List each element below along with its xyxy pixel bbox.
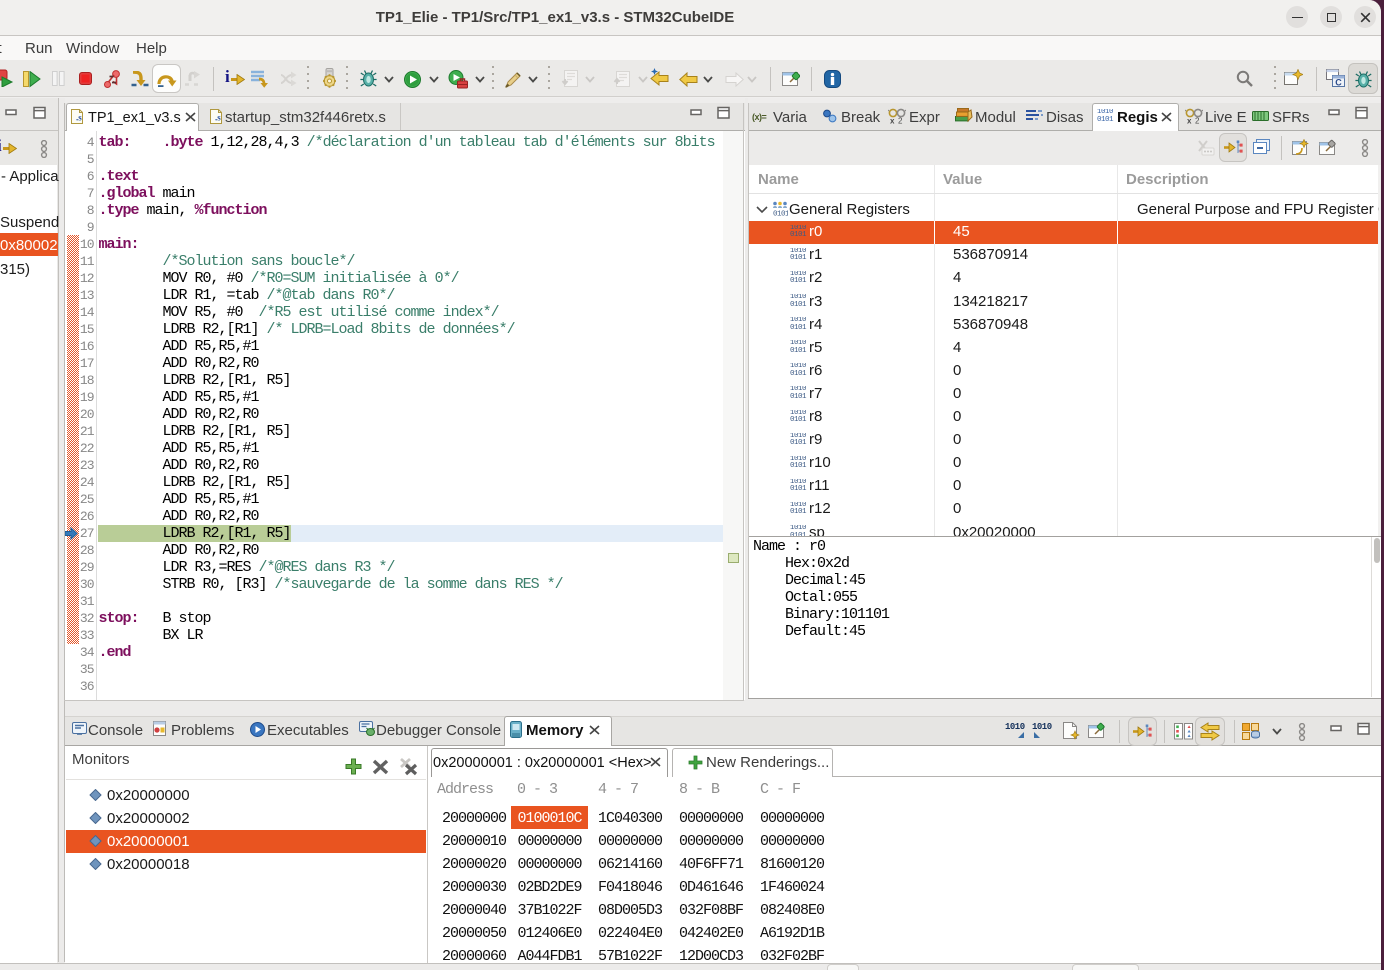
- svg-text:0101: 0101: [773, 211, 788, 217]
- svg-text:x: x: [890, 117, 895, 125]
- svg-text:C: C: [1335, 78, 1342, 88]
- svg-text:2: 2: [1195, 117, 1200, 125]
- svg-text:.s: .s: [76, 113, 82, 123]
- svg-text:2: 2: [898, 117, 903, 125]
- svg-text:x: x: [1187, 117, 1192, 125]
- svg-text:.s: .s: [215, 113, 221, 123]
